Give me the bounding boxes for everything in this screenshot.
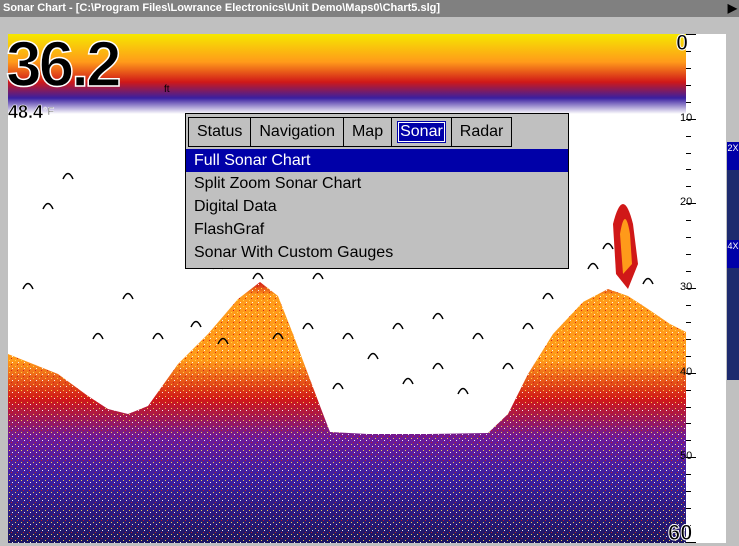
depth-tick xyxy=(686,85,691,86)
depth-tick xyxy=(686,271,691,272)
depth-tick xyxy=(686,305,691,306)
zoom-4x-label: 4X xyxy=(727,241,739,251)
depth-tick xyxy=(686,423,691,424)
depth-tick xyxy=(686,491,691,492)
depth-tick xyxy=(686,339,691,340)
zoom-4x-badge[interactable]: 4X xyxy=(727,240,739,268)
depth-label: 40 xyxy=(680,366,693,378)
menu-item-sonar-custom-gauges[interactable]: Sonar With Custom Gauges xyxy=(186,241,568,264)
depth-tick xyxy=(686,186,691,187)
depth-readout: 36.2 xyxy=(5,28,122,100)
window-title: Sonar Chart - [C:\Program Files\Lowrance… xyxy=(3,2,441,14)
depth-tick xyxy=(686,153,691,154)
depth-label: 10 xyxy=(680,112,693,124)
depth-tick xyxy=(686,440,691,441)
depth-tick xyxy=(686,102,691,103)
tab-status[interactable]: Status xyxy=(188,117,252,147)
depth-tick xyxy=(686,390,691,391)
sonar-chart[interactable] xyxy=(8,34,686,543)
depth-scale-top: 0 xyxy=(675,30,689,56)
depth-tick xyxy=(686,474,691,475)
tab-navigation[interactable]: Navigation xyxy=(251,117,344,147)
depth-label: 50 xyxy=(680,450,693,462)
zoom-2x-badge[interactable]: 2X xyxy=(727,142,739,170)
temperature-unit: °F xyxy=(43,106,55,119)
depth-tick xyxy=(686,322,691,323)
depth-tick xyxy=(686,169,691,170)
menu-tabs: Status Navigation Map Sonar Radar xyxy=(188,117,566,147)
sonar-page-list: Full Sonar Chart Split Zoom Sonar Chart … xyxy=(186,149,568,264)
menu-item-full-sonar-chart[interactable]: Full Sonar Chart xyxy=(186,149,568,172)
depth-tick xyxy=(686,407,691,408)
depth-tick xyxy=(686,356,691,357)
depth-tick xyxy=(686,254,691,255)
tab-sonar[interactable]: Sonar xyxy=(392,117,452,147)
sonar-display xyxy=(8,34,686,543)
menu-item-digital-data[interactable]: Digital Data xyxy=(186,195,568,218)
temperature-value: 48.4 xyxy=(8,102,44,122)
depth-label: 30 xyxy=(680,281,693,293)
depth-tick xyxy=(686,508,691,509)
menu-item-split-zoom-sonar-chart[interactable]: Split Zoom Sonar Chart xyxy=(186,172,568,195)
depth-scale-bottom: 60 xyxy=(667,520,693,546)
scroll-right-arrow-icon[interactable]: ▶ xyxy=(728,0,737,17)
depth-label: 20 xyxy=(680,196,693,208)
zoom-2x-label: 2X xyxy=(727,143,739,153)
depth-ruler: 10 20 30 40 50 xyxy=(680,34,726,543)
depth-tick xyxy=(686,220,691,221)
page-menu: Status Navigation Map Sonar Radar Full S… xyxy=(185,113,569,269)
menu-item-flashgraf[interactable]: FlashGraf xyxy=(186,218,568,241)
depth-tick xyxy=(686,68,691,69)
temperature-readout: 48.4°F xyxy=(8,102,55,122)
title-bar: Sonar Chart - [C:\Program Files\Lowrance… xyxy=(0,0,739,17)
depth-tick xyxy=(686,237,691,238)
depth-tick xyxy=(686,136,691,137)
tab-radar[interactable]: Radar xyxy=(451,117,513,147)
depth-unit: ft xyxy=(164,84,170,95)
tab-map[interactable]: Map xyxy=(343,117,393,147)
